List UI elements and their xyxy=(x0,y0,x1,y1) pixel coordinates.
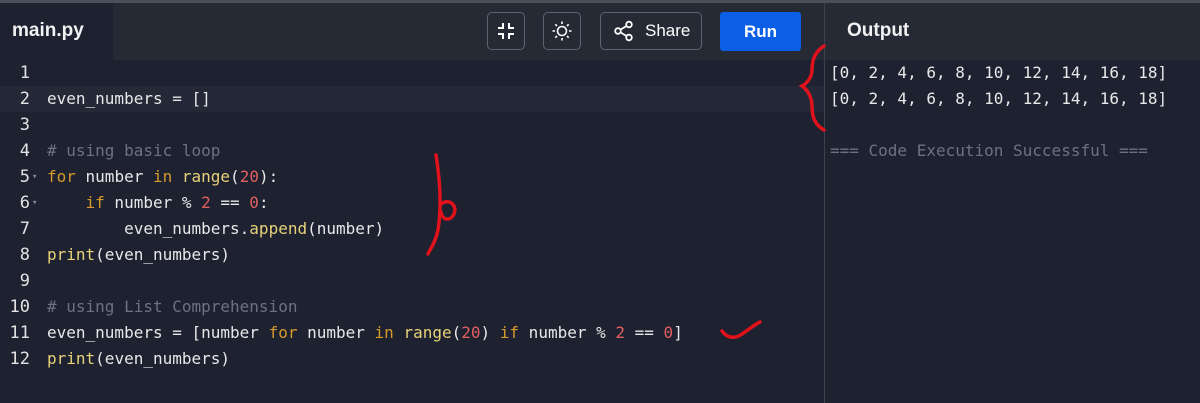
code-token: 0 xyxy=(663,323,674,342)
code-token: (number) xyxy=(307,219,385,238)
code-text: # using basic loop xyxy=(47,138,220,164)
code-token: == xyxy=(210,193,250,212)
code-token: number xyxy=(75,167,153,186)
theme-toggle-button[interactable] xyxy=(543,12,581,50)
code-line[interactable]: 4 # using basic loop xyxy=(0,138,824,164)
line-number: 11 xyxy=(9,323,30,343)
code-text: # using List Comprehension xyxy=(47,294,297,320)
editor-toolbar: main.py Share Run xyxy=(0,3,824,60)
line-number: 8 xyxy=(19,245,30,265)
output-line: [0, 2, 4, 6, 8, 10, 12, 14, 16, 18] xyxy=(830,63,1168,82)
code-editor[interactable]: 1 2 even_numbers = [] 3 4 # using basic loop 5… xyxy=(0,60,824,403)
fold-arrow-icon[interactable]: ▾ xyxy=(32,190,37,216)
code-token: print xyxy=(47,349,96,368)
line-number: 4 xyxy=(19,141,30,161)
code-line[interactable]: 12 print(even_numbers) xyxy=(0,346,824,372)
code-token: ): xyxy=(258,167,279,186)
collapse-icon xyxy=(498,23,514,39)
code-line[interactable]: 3 xyxy=(0,112,824,138)
share-button[interactable]: Share xyxy=(600,12,702,50)
theme-icon xyxy=(552,21,572,41)
code-token: number % xyxy=(104,193,202,212)
code-text: print(even_numbers) xyxy=(47,346,230,372)
code-line[interactable]: 6 ▾ if number % 2 == 0: xyxy=(0,190,824,216)
code-token: print xyxy=(47,245,96,264)
output-title: Output xyxy=(825,3,1200,60)
code-text: even_numbers = [] xyxy=(47,86,211,112)
code-token: even_numbers = [] xyxy=(47,89,211,108)
code-token: append xyxy=(249,219,308,238)
file-tab[interactable]: main.py xyxy=(0,3,113,60)
code-token: (even_numbers) xyxy=(95,349,231,368)
code-text: if number % 2 == 0: xyxy=(47,190,269,216)
code-token: even_numbers. xyxy=(47,219,250,238)
code-token: if xyxy=(85,193,105,212)
code-token: ( xyxy=(451,323,462,342)
output-line: [0, 2, 4, 6, 8, 10, 12, 14, 16, 18] xyxy=(830,89,1168,108)
code-token: ) xyxy=(480,323,500,342)
code-line[interactable]: 7 even_numbers.append(number) xyxy=(0,216,824,242)
code-token: 2 xyxy=(615,323,626,342)
code-token: even_numbers = [number xyxy=(47,323,269,342)
line-number: 1 xyxy=(19,63,30,83)
code-token: number xyxy=(297,323,375,342)
code-token: in xyxy=(152,167,173,186)
code-token: ( xyxy=(230,167,240,186)
code-token: ] xyxy=(673,323,683,342)
code-token: in xyxy=(374,323,394,342)
code-line[interactable]: 2 even_numbers = [] xyxy=(0,86,824,112)
code-token: 20 xyxy=(239,167,259,186)
line-number: 5 xyxy=(19,167,30,187)
line-number: 10 xyxy=(9,297,30,317)
share-label: Share xyxy=(645,21,691,40)
code-line[interactable]: 11 even_numbers = [number for number in r… xyxy=(0,320,824,346)
code-text: print(even_numbers) xyxy=(47,242,230,268)
code-line[interactable]: 5 ▾ for number in range(20): xyxy=(0,164,824,190)
share-icon xyxy=(614,20,633,42)
fold-arrow-icon[interactable]: ▾ xyxy=(32,164,37,190)
line-number: 9 xyxy=(19,271,30,291)
output-panel: [0, 2, 4, 6, 8, 10, 12, 14, 16, 18] [0, … xyxy=(825,60,1200,403)
line-number: 2 xyxy=(19,89,30,109)
code-line[interactable]: 10 # using List Comprehension xyxy=(0,294,824,320)
code-token: if xyxy=(499,323,520,342)
line-number: 3 xyxy=(19,115,30,135)
code-token: range xyxy=(403,323,452,342)
line-number: 7 xyxy=(19,219,30,239)
line-number: 6 xyxy=(19,193,30,213)
code-text: even_numbers.append(number) xyxy=(47,216,384,242)
code-token: 20 xyxy=(461,323,481,342)
code-text: for number in range(20): xyxy=(47,164,278,190)
output-status: === Code Execution Successful === xyxy=(830,141,1148,160)
code-token: (even_numbers) xyxy=(95,245,231,264)
code-line[interactable]: 9 xyxy=(0,268,824,294)
line-number: 12 xyxy=(9,349,30,369)
code-token: == xyxy=(625,323,664,342)
code-token: : xyxy=(258,193,269,212)
code-token: for xyxy=(268,323,298,342)
code-token: # using basic loop xyxy=(47,141,221,160)
code-token: for xyxy=(47,167,76,186)
code-line[interactable]: 8 print(even_numbers) xyxy=(0,242,824,268)
collapse-button[interactable] xyxy=(487,12,525,50)
code-token: 2 xyxy=(201,193,211,212)
run-button[interactable]: Run xyxy=(720,12,801,51)
code-text: even_numbers = [number for number in ran… xyxy=(47,320,683,346)
code-line[interactable]: 1 xyxy=(0,60,824,86)
code-token: # using List Comprehension xyxy=(47,297,298,316)
code-token: 0 xyxy=(249,193,259,212)
code-token: range xyxy=(181,167,231,186)
code-token: number % xyxy=(519,323,616,342)
